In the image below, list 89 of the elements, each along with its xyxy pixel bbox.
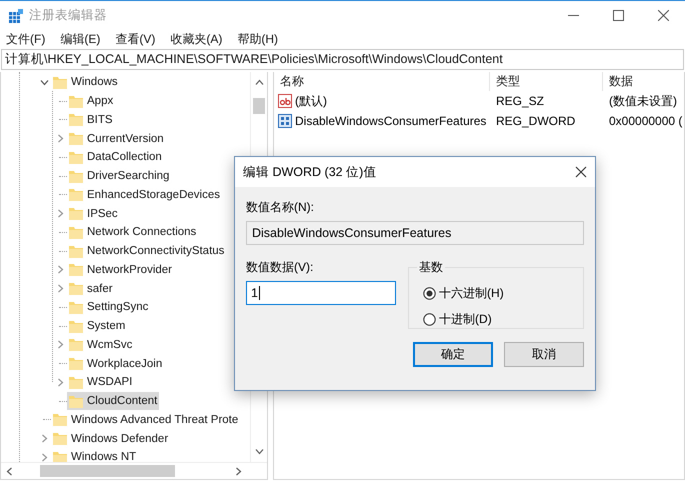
folder-icon xyxy=(68,356,84,372)
expand-caret-icon[interactable] xyxy=(56,134,64,144)
tree-item[interactable]: NetworkConnectivityStatus xyxy=(67,242,226,260)
column-header[interactable]: 数据 xyxy=(603,72,684,91)
folder-icon xyxy=(68,94,84,109)
scroll-up-icon[interactable] xyxy=(254,78,264,87)
tree-item[interactable]: NetworkProvider xyxy=(67,260,174,279)
tree-item[interactable]: DataCollection xyxy=(67,148,164,166)
folder-icon xyxy=(52,74,68,90)
app-icon xyxy=(9,8,23,22)
collapse-caret-icon[interactable] xyxy=(40,78,48,87)
value-name: (默认) xyxy=(295,92,327,110)
table-cell-text: REG_SZ xyxy=(495,93,546,110)
folder-icon xyxy=(68,244,84,259)
tree-item[interactable]: WorkplaceJoin xyxy=(67,354,164,373)
tree-item[interactable]: CloudContent xyxy=(67,392,160,410)
ok-button[interactable]: 确定 xyxy=(413,342,493,367)
folder-icon xyxy=(68,337,84,352)
expand-caret-icon[interactable] xyxy=(56,209,64,218)
close-icon[interactable] xyxy=(575,166,587,178)
table-cell-text: 0x00000000 ( xyxy=(608,113,684,130)
folder-icon xyxy=(52,431,68,446)
tree-item[interactable]: System xyxy=(67,317,128,336)
tree-item[interactable]: Network Connections xyxy=(67,223,198,242)
string-value-icon xyxy=(278,94,292,108)
scrollbar-thumb[interactable] xyxy=(253,98,265,114)
folder-icon xyxy=(68,150,84,165)
expand-caret-icon[interactable] xyxy=(56,284,64,294)
window-title: 注册表编辑器 xyxy=(29,7,107,24)
table-cell-text: (数值未设置) xyxy=(608,92,678,110)
field-label: 数值名称(N): xyxy=(246,199,315,215)
folder-icon xyxy=(68,168,84,184)
folder-icon xyxy=(68,300,84,315)
radio-checked-icon[interactable] xyxy=(423,286,436,300)
folder-icon xyxy=(68,206,84,222)
menu-item[interactable]: 编辑(E) xyxy=(54,31,106,48)
folder-icon xyxy=(68,374,84,390)
table-cell-text: REG_DWORD xyxy=(495,113,576,130)
expand-caret-icon[interactable] xyxy=(40,452,48,462)
tree-item[interactable]: safer xyxy=(67,280,115,298)
scrollbar-thumb[interactable] xyxy=(40,465,175,477)
menu-item[interactable]: 文件(F) xyxy=(0,31,52,48)
tree-item[interactable]: DriverSearching xyxy=(67,167,172,186)
menu-item[interactable]: 查看(V) xyxy=(109,31,162,48)
folder-icon xyxy=(68,262,84,278)
folder-icon xyxy=(52,412,68,428)
radio-unchecked-icon[interactable] xyxy=(423,312,436,326)
tree-item[interactable]: CurrentVersion xyxy=(67,130,166,148)
group-label: 基数 xyxy=(418,259,444,276)
folder-icon xyxy=(68,112,84,128)
close-icon[interactable] xyxy=(658,10,669,21)
expand-caret-icon[interactable] xyxy=(56,340,64,350)
tree-item[interactable]: WcmSvc xyxy=(67,336,134,354)
maximize-icon[interactable] xyxy=(613,10,624,21)
tree-item[interactable]: Appx xyxy=(67,92,116,110)
radio-option[interactable]: 十进制(D) xyxy=(423,306,583,332)
tree-item[interactable]: SettingSync xyxy=(67,298,150,316)
scroll-down-icon[interactable] xyxy=(254,447,264,456)
value-data-input[interactable]: 1 xyxy=(246,281,396,305)
folder-icon xyxy=(68,394,84,409)
cancel-button[interactable]: 取消 xyxy=(504,342,584,367)
address-bar[interactable]: 计算机\HKEY_LOCAL_MACHINE\SOFTWARE\Policies\Microsoft\Windows\CloudContent xyxy=(1,49,684,70)
tree-item[interactable]: Windows Defender xyxy=(51,430,170,448)
menu-item[interactable]: 收藏夹(A) xyxy=(164,31,228,48)
radio-option[interactable]: 十六进制(H) xyxy=(423,280,583,306)
field-label: 数值数据(V): xyxy=(246,259,314,275)
folder-icon xyxy=(68,281,84,296)
folder-icon xyxy=(68,187,84,202)
menu-item[interactable]: 帮助(H) xyxy=(231,31,284,48)
dialog-title: 编辑 DWORD (32 位)值 xyxy=(243,164,376,180)
column-header[interactable]: 名称 xyxy=(274,72,490,91)
tree-item[interactable]: Windows xyxy=(51,73,120,92)
tree-item[interactable]: EnhancedStorageDevices xyxy=(67,186,222,204)
value-name-field: DisableWindowsConsumerFeatures xyxy=(246,221,584,245)
folder-icon xyxy=(68,224,84,240)
column-header[interactable]: 类型 xyxy=(490,72,603,91)
folder-icon xyxy=(68,131,84,146)
scroll-left-icon[interactable] xyxy=(5,466,14,476)
expand-caret-icon[interactable] xyxy=(56,378,64,387)
expand-caret-icon[interactable] xyxy=(56,265,64,274)
binary-value-icon xyxy=(278,114,292,128)
tree-item[interactable]: BITS xyxy=(67,110,115,129)
folder-icon xyxy=(68,318,84,334)
tree-item[interactable]: WSDAPI xyxy=(67,373,134,392)
scroll-right-icon[interactable] xyxy=(234,466,243,476)
tree-item[interactable]: Windows Advanced Threat Prote xyxy=(51,410,240,429)
tree-item[interactable]: IPSec xyxy=(67,204,120,223)
expand-caret-icon[interactable] xyxy=(40,434,48,444)
value-name: DisableWindowsConsumerFeatures xyxy=(295,114,486,128)
